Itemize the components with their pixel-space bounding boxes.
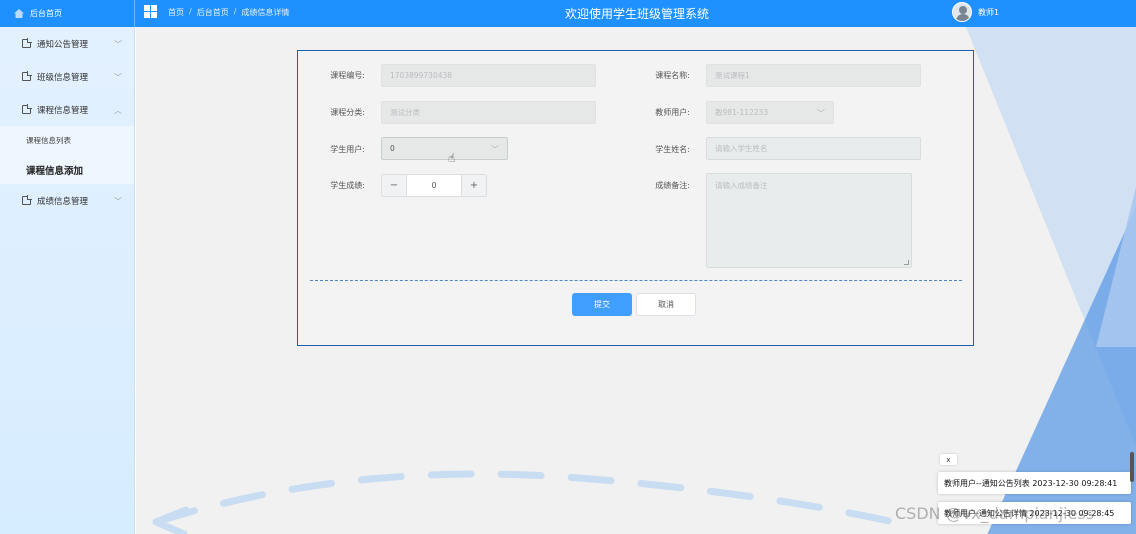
breadcrumb-separator: / xyxy=(233,7,237,16)
top-bar: 后台首页 首页 / 后台首页 / 成绩信息详情 欢迎使用学生班级管理系统 教师1 xyxy=(0,0,1136,27)
course-submenu: 课程信息列表 课程信息添加 xyxy=(0,126,134,184)
notification-close-button[interactable]: x xyxy=(940,454,957,465)
remark-placeholder: 请输入成绩备注 xyxy=(715,181,768,190)
chevron-down-icon: ﹀ xyxy=(114,197,122,206)
breadcrumb-current: 成绩信息详情 xyxy=(241,8,290,17)
sidebar: 通知公告管理 ﹀ 班级信息管理 ﹀ 课程信息管理 ︿ 课程信息列表 课程信息添加… xyxy=(0,27,135,534)
user-menu[interactable]: 教师1 xyxy=(952,2,999,22)
sidebar-item-label: 通知公告管理 xyxy=(37,39,89,50)
sidebar-item-label: 成绩信息管理 xyxy=(37,196,89,207)
chevron-down-icon: ﹀ xyxy=(491,145,499,154)
sidebar-item-label: 班级信息管理 xyxy=(37,72,89,83)
home-icon xyxy=(14,9,24,18)
score-value[interactable]: 0 xyxy=(406,175,462,196)
student-user-label: 学生用户: xyxy=(330,145,365,154)
notification-item[interactable]: 教师用户--通知公告列表 2023-12-30 09:28:41 xyxy=(938,472,1131,494)
student-name-label: 学生姓名: xyxy=(655,145,690,154)
submit-button[interactable]: 提交 xyxy=(572,293,632,316)
remark-label: 成绩备注: xyxy=(655,181,690,190)
document-icon xyxy=(22,104,32,114)
course-no-field[interactable]: 1703899730438 xyxy=(381,64,596,87)
document-icon xyxy=(22,38,32,48)
teacher-label: 教师用户: xyxy=(655,108,690,117)
home-link[interactable]: 后台首页 xyxy=(0,0,135,27)
brand-label: 后台首页 xyxy=(30,9,62,18)
student-user-select[interactable]: 0 ﹀ xyxy=(381,137,508,160)
sidebar-item-course[interactable]: 课程信息管理 ︿ xyxy=(0,93,134,126)
category-field[interactable]: 测试分类 xyxy=(381,101,596,124)
resize-handle-icon[interactable] xyxy=(904,260,909,265)
background-swirl xyxy=(152,470,920,534)
document-icon xyxy=(22,71,32,81)
breadcrumb-home[interactable]: 首页 xyxy=(168,7,184,18)
chevron-up-icon: ︿ xyxy=(114,106,122,115)
score-form: 课程编号: 1703899730438 课程名称: 测试课程1 课程分类: 测试… xyxy=(297,50,974,346)
category-label: 课程分类: xyxy=(330,108,365,117)
chevron-down-icon: ﹀ xyxy=(114,73,122,82)
breadcrumb: 首页 / 后台首页 / 成绩信息详情 xyxy=(168,7,289,18)
score-label: 学生成绩: xyxy=(330,181,365,190)
chevron-down-icon: ﹀ xyxy=(817,109,825,118)
remark-textarea[interactable]: 请输入成绩备注 xyxy=(706,173,912,268)
user-name: 教师1 xyxy=(978,7,1000,17)
scrollbar[interactable] xyxy=(1130,452,1134,482)
background-decoration xyxy=(1096,187,1136,347)
course-name-label: 课程名称: xyxy=(655,71,690,80)
breadcrumb-separator: / xyxy=(189,7,192,16)
main-content: 课程编号: 1703899730438 课程名称: 测试课程1 课程分类: 测试… xyxy=(136,27,1136,534)
sidebar-item-notice[interactable]: 通知公告管理 ﹀ xyxy=(0,27,134,60)
divider xyxy=(310,280,962,281)
pointer-cursor-icon: ☝ xyxy=(448,151,456,165)
course-no-label: 课程编号: xyxy=(330,71,365,80)
decrement-button[interactable]: − xyxy=(382,175,406,196)
menu-grid-icon[interactable] xyxy=(144,5,157,18)
sidebar-item-score[interactable]: 成绩信息管理 ﹀ xyxy=(0,184,134,217)
course-name-field[interactable]: 测试课程1 xyxy=(706,64,921,87)
sidebar-subitem-course-list[interactable]: 课程信息列表 xyxy=(0,126,134,155)
teacher-select-value: 教981-112233 xyxy=(715,108,769,117)
teacher-select[interactable]: 教981-112233 ﹀ xyxy=(706,101,834,124)
cancel-button[interactable]: 取消 xyxy=(636,293,696,316)
avatar[interactable] xyxy=(952,2,972,22)
score-stepper[interactable]: − 0 + xyxy=(381,174,487,197)
document-icon xyxy=(22,195,32,205)
watermark: CSDN @vx_dampianjiess xyxy=(895,504,1095,523)
student-name-input[interactable]: 请输入学生姓名 xyxy=(706,137,921,160)
sidebar-subitem-course-add[interactable]: 课程信息添加 xyxy=(0,155,134,184)
sidebar-item-label: 课程信息管理 xyxy=(37,105,89,116)
chevron-down-icon: ﹀ xyxy=(114,40,122,49)
app-title: 欢迎使用学生班级管理系统 xyxy=(565,7,710,21)
student-user-select-value: 0 xyxy=(390,144,395,153)
sidebar-item-class[interactable]: 班级信息管理 ﹀ xyxy=(0,60,134,93)
increment-button[interactable]: + xyxy=(462,175,486,196)
breadcrumb-backend-home[interactable]: 后台首页 xyxy=(197,7,229,18)
